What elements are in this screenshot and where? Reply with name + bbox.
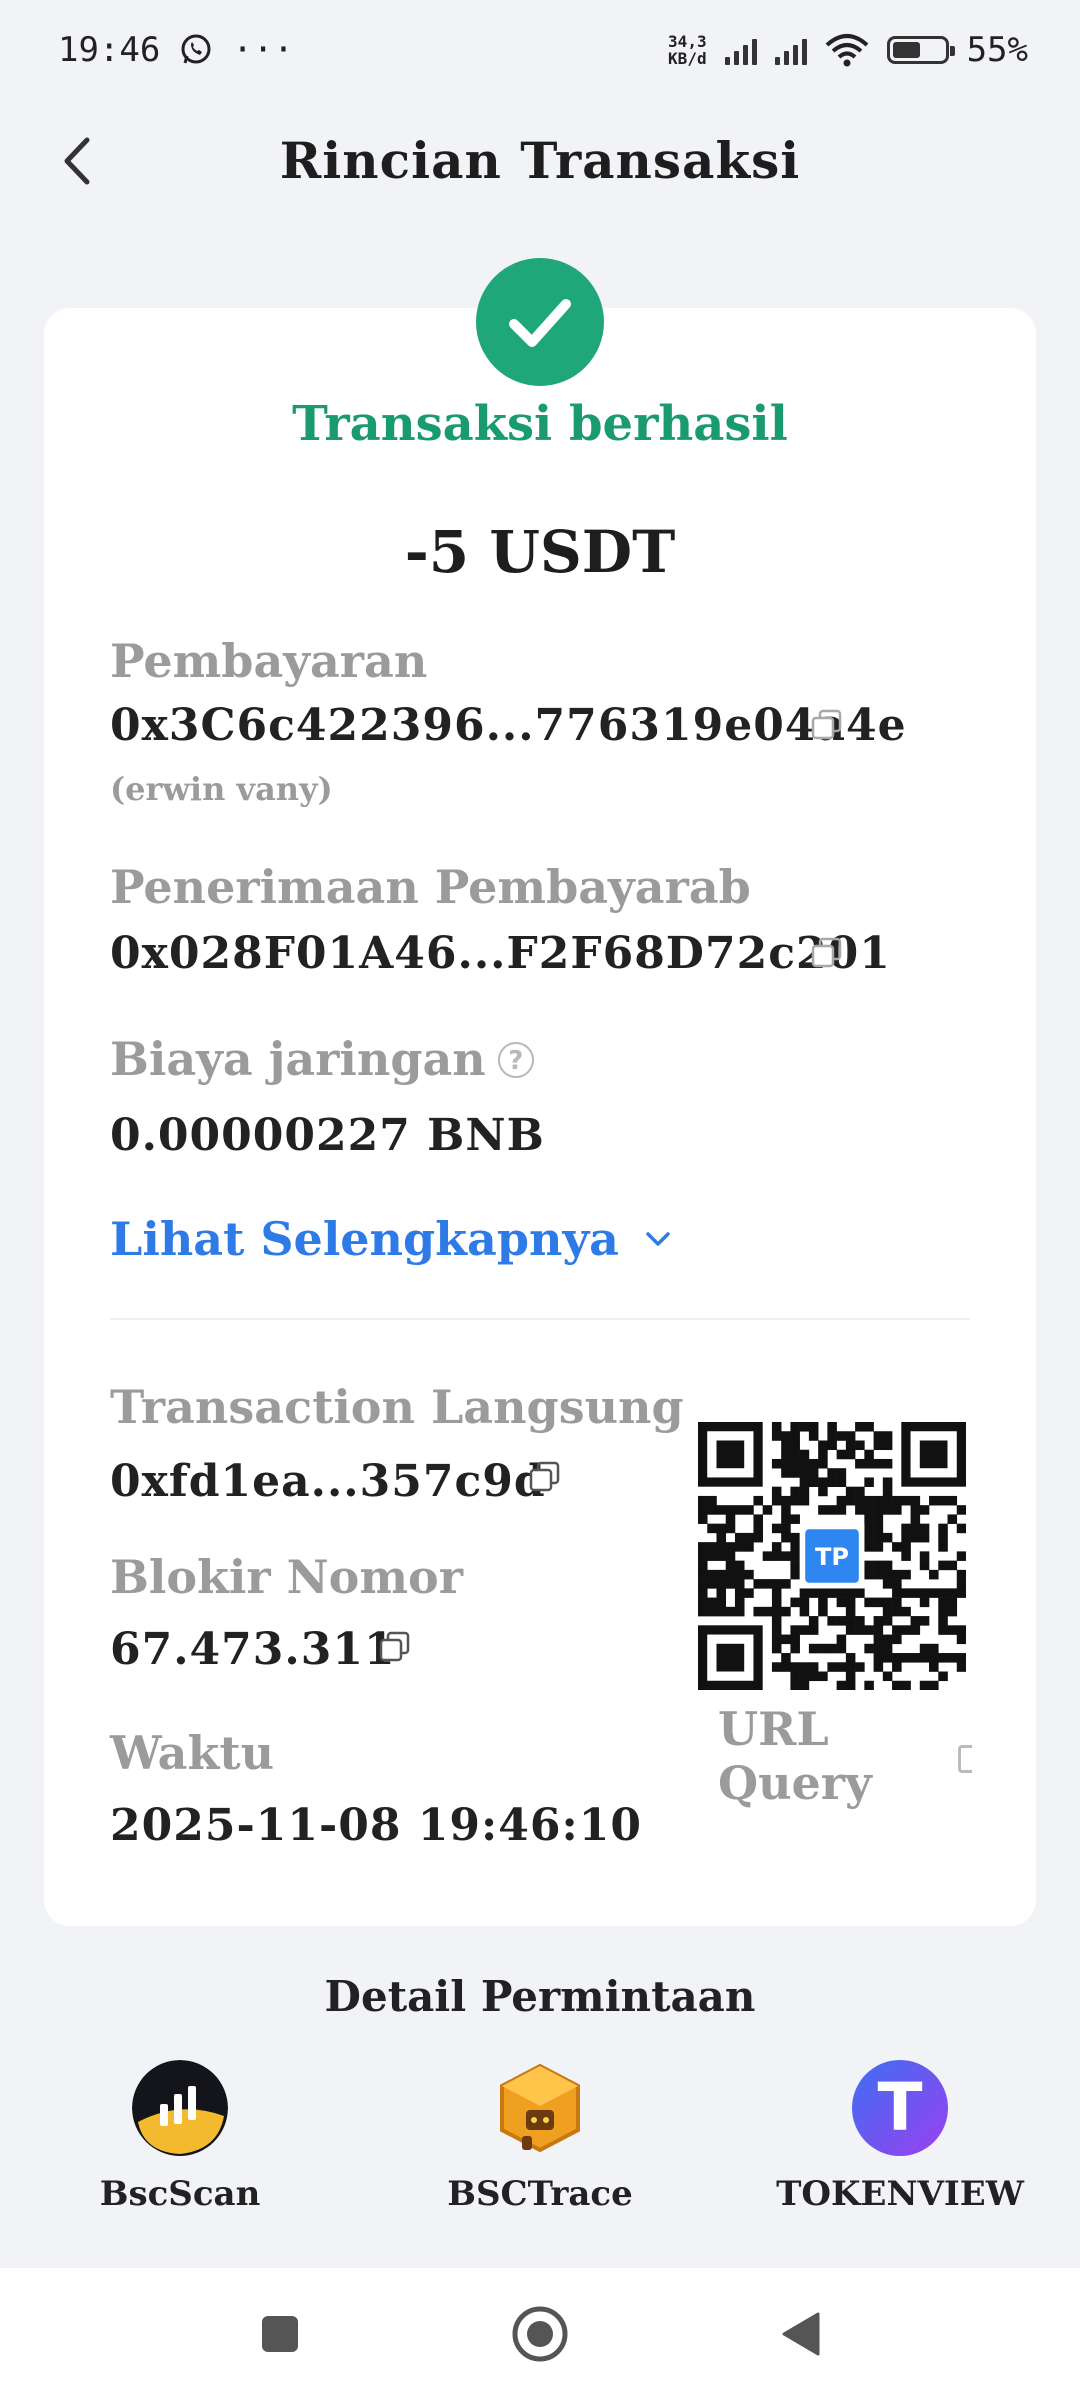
explorer-name: TOKENVIEW — [776, 2174, 1024, 2214]
explorer-name: BscScan — [99, 2174, 261, 2214]
clock: 19:46 — [58, 30, 161, 70]
payment-address[interactable]: 0x3C6c422396...776319e04a4e — [110, 700, 907, 751]
status-left: 19:46 ··· — [58, 30, 294, 70]
network-fee-value: 0.00000227 BNB — [110, 1110, 545, 1161]
explorer-bscscan[interactable]: BscScan — [50, 2060, 310, 2214]
battery-percent: 55% — [966, 30, 1028, 70]
square-icon — [262, 2316, 298, 2352]
transaction-status: Transaksi berhasil — [292, 396, 788, 452]
battery-icon — [886, 36, 955, 64]
copy-receiver-address-icon[interactable] — [810, 936, 844, 970]
block-number[interactable]: 67.473.311 — [110, 1624, 396, 1675]
status-right: 34,3 KB/d 55% — [668, 30, 1028, 70]
signal-1-icon — [724, 35, 757, 65]
status-bar: 19:46 ··· 34,3 KB/d 55% — [0, 0, 1080, 100]
url-query-label: URL Query — [718, 1702, 872, 1810]
recent-apps-button[interactable] — [250, 2304, 310, 2364]
help-icon[interactable]: ? — [497, 1042, 534, 1078]
block-number-label: Blokir Nomor — [110, 1550, 463, 1604]
payment-label: Pembayaran — [110, 634, 428, 688]
system-nav-bar — [0, 2268, 1080, 2400]
chevron-left-icon — [64, 137, 90, 185]
see-more-button[interactable]: Lihat Selengkapnya — [110, 1212, 671, 1266]
wifi-icon — [825, 34, 868, 67]
back-button[interactable] — [48, 133, 104, 189]
explorer-bsctrace[interactable]: BSCTrace — [410, 2060, 670, 2214]
tokenview-icon: T — [852, 2060, 948, 2156]
qr-code[interactable]: TP — [698, 1422, 966, 1690]
copy-payment-address-icon[interactable] — [810, 708, 844, 742]
qr-logo-badge: TP — [815, 1543, 849, 1571]
network-fee-label: Biaya jaringan? — [110, 1032, 534, 1086]
whatsapp-icon — [181, 34, 211, 64]
app-header: Rincian Transaksi — [0, 115, 1080, 205]
explorer-tokenview[interactable]: T TOKENVIEW — [770, 2060, 1030, 2214]
back-nav-button[interactable] — [770, 2304, 830, 2364]
copy-url-icon[interactable] — [958, 1745, 972, 1773]
bsctrace-icon — [492, 2060, 588, 2156]
transaction-time: 2025-11-08 19:46:10 — [110, 1800, 642, 1851]
receiver-label: Penerimaan Pembayarab — [110, 860, 751, 914]
success-check-icon — [476, 258, 604, 386]
home-button[interactable] — [510, 2304, 570, 2364]
copy-transaction-hash-icon[interactable] — [528, 1460, 562, 1494]
explorer-section-title: Detail Permintaan — [324, 1972, 756, 2021]
signal-2-icon — [774, 35, 807, 65]
home-circle-icon — [512, 2306, 568, 2362]
time-label: Waktu — [110, 1726, 275, 1780]
transaction-hash-label: Transaction Langsung — [110, 1380, 684, 1434]
transaction-amount: -5 USDT — [404, 518, 676, 586]
page-title: Rincian Transaksi — [279, 130, 801, 190]
transaction-hash[interactable]: 0xfd1ea...357c9d — [110, 1456, 546, 1507]
chevron-down-icon — [646, 1232, 670, 1246]
payment-name: (erwin vany) — [110, 770, 333, 808]
explorer-name: BSCTrace — [447, 2174, 633, 2214]
more-notifications: ··· — [232, 30, 294, 70]
triangle-back-icon — [782, 2312, 820, 2356]
bscscan-icon — [132, 2060, 228, 2156]
copy-block-number-icon[interactable] — [378, 1630, 412, 1664]
receiver-address[interactable]: 0x028F01A46...F2F68D72c201 — [110, 928, 891, 979]
net-speed: 34,3 KB/d — [668, 32, 707, 68]
divider — [110, 1318, 970, 1320]
